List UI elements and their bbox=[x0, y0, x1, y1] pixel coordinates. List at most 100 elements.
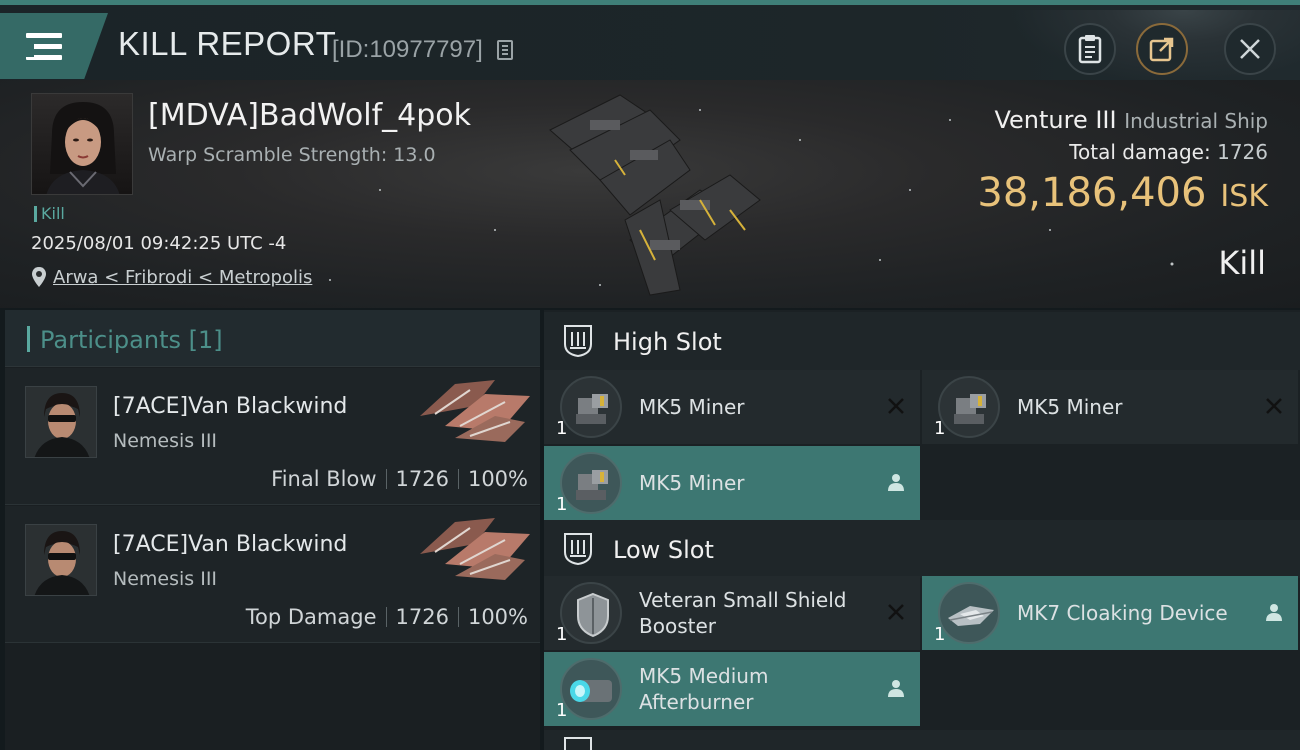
stat-separator bbox=[457, 469, 459, 489]
participant-ship-image bbox=[420, 380, 530, 442]
low-slot-icon bbox=[564, 533, 592, 566]
participant-percent: 100% bbox=[467, 605, 528, 629]
result-label: Kill bbox=[1218, 244, 1266, 282]
kill-report-window: { "header": { "title": "KILL REPORT", "r… bbox=[0, 0, 1300, 750]
stat-separator bbox=[385, 607, 387, 627]
mid-slot-icon bbox=[564, 737, 592, 750]
header-accent-bar bbox=[27, 326, 30, 352]
participant-damage: 1726 bbox=[395, 467, 449, 491]
participant-stats: Final Blow 1726 100% bbox=[271, 467, 528, 491]
fitting-item[interactable]: 1 MK5 Medium Afterburner bbox=[544, 652, 920, 726]
item-quantity: 1 bbox=[556, 624, 568, 645]
participants-label: Participants bbox=[40, 326, 181, 354]
victim-banner: [MDVA]BadWolf_4pok Warp Scramble Strengt… bbox=[0, 80, 1300, 308]
victim-ship-type: Venture III Industrial Ship bbox=[994, 106, 1268, 134]
fitting-item[interactable]: 1 MK7 Cloaking Device bbox=[922, 576, 1298, 650]
hamburger-menu-icon bbox=[26, 33, 62, 63]
participant-role: Final Blow bbox=[271, 467, 377, 491]
isk-unit: ISK bbox=[1220, 179, 1268, 214]
participants-panel: Participants [1] [7ACE]Van Blackwind Nem… bbox=[5, 310, 540, 750]
item-quantity: 1 bbox=[934, 624, 946, 645]
kill-tag: Kill bbox=[34, 206, 65, 222]
afterburner-icon bbox=[560, 658, 622, 720]
cloaking-device-icon bbox=[938, 582, 1000, 644]
isk-value: 38,186,406 ISK bbox=[977, 170, 1268, 216]
low-slot-label: Low Slot bbox=[613, 536, 714, 564]
kill-datetime: 2025/08/01 09:42:25 UTC -4 bbox=[31, 233, 287, 254]
isk-amount: 38,186,406 bbox=[977, 170, 1207, 216]
high-slot-icon bbox=[564, 325, 592, 358]
participant-ship: Nemesis III bbox=[113, 568, 218, 590]
participant-avatar bbox=[25, 524, 97, 596]
participants-count: [1] bbox=[188, 326, 223, 354]
participant-role: Top Damage bbox=[245, 605, 377, 629]
participant-avatar-image bbox=[26, 525, 96, 595]
fitting-item[interactable]: 1 MK5 Miner bbox=[922, 370, 1298, 444]
participant-name[interactable]: [7ACE]Van Blackwind bbox=[113, 394, 347, 419]
participants-title: Participants [1] bbox=[40, 326, 223, 354]
item-name: Veteran Small Shield Booster bbox=[639, 588, 847, 638]
participant-percent: 100% bbox=[467, 467, 528, 491]
miner-module-icon bbox=[938, 376, 1000, 438]
item-quantity: 1 bbox=[934, 418, 946, 439]
person-icon bbox=[888, 474, 904, 491]
header-bar: KILL REPORT [ID:10977797] bbox=[0, 5, 1300, 85]
item-quantity: 1 bbox=[556, 494, 568, 515]
low-slot-header: Low Slot bbox=[544, 520, 1300, 578]
miner-module-icon bbox=[560, 452, 622, 514]
participant-avatar bbox=[25, 386, 97, 458]
page-title: KILL REPORT bbox=[118, 25, 337, 62]
menu-button[interactable] bbox=[0, 13, 108, 79]
item-name: MK7 Cloaking Device bbox=[1017, 601, 1228, 625]
victim-portrait[interactable] bbox=[31, 93, 133, 195]
item-quantity: 1 bbox=[556, 700, 568, 721]
location-pin-icon bbox=[32, 267, 46, 287]
participant-damage: 1726 bbox=[395, 605, 449, 629]
stat-separator bbox=[457, 607, 459, 627]
victim-ship-name[interactable]: Venture III bbox=[994, 106, 1116, 134]
destroyed-x-icon bbox=[888, 398, 904, 414]
participant-name[interactable]: [7ACE]Van Blackwind bbox=[113, 532, 347, 557]
victim-ship-class: Industrial Ship bbox=[1124, 109, 1268, 133]
kill-location-link[interactable]: Arwa < Fribrodi < Metropolis bbox=[53, 267, 312, 288]
participant-stats: Top Damage 1726 100% bbox=[246, 605, 528, 629]
shield-booster-icon bbox=[560, 582, 622, 644]
fitting-item[interactable]: 1 MK5 Miner bbox=[544, 446, 920, 520]
destroyed-x-icon bbox=[1266, 398, 1282, 414]
total-damage-label: Total damage: bbox=[1069, 140, 1211, 164]
total-damage: Total damage: 1726 bbox=[1069, 140, 1268, 164]
person-icon bbox=[1266, 604, 1282, 621]
fitting-item[interactable]: 1 Veteran Small Shield Booster bbox=[544, 576, 920, 650]
clipboard-button[interactable] bbox=[1064, 23, 1116, 75]
victim-pilot-name[interactable]: [MDVA]BadWolf_4pok bbox=[148, 98, 471, 133]
person-icon bbox=[888, 680, 904, 697]
item-quantity: 1 bbox=[556, 418, 568, 439]
mid-slot-header bbox=[544, 730, 1300, 750]
fitting-item[interactable]: 1 MK5 Miner bbox=[544, 370, 920, 444]
item-name: MK5 Miner bbox=[639, 471, 745, 495]
destroyed-x-icon bbox=[888, 604, 904, 620]
report-id: [ID:10977797] bbox=[332, 36, 483, 63]
high-slot-header: High Slot bbox=[544, 312, 1300, 370]
participant-avatar-image bbox=[26, 387, 96, 457]
stat-separator bbox=[385, 469, 387, 489]
close-icon bbox=[1240, 39, 1260, 59]
item-name: MK5 Miner bbox=[639, 395, 745, 419]
victim-ship-image bbox=[549, 94, 761, 296]
warp-scramble-strength: Warp Scramble Strength: 13.0 bbox=[148, 144, 436, 166]
item-name: MK5 Miner bbox=[1017, 395, 1123, 419]
copy-icon[interactable] bbox=[497, 40, 513, 60]
victim-avatar-image bbox=[46, 102, 120, 194]
participant-row[interactable]: [7ACE]Van Blackwind Nemesis III Final Bl… bbox=[5, 368, 540, 505]
share-icon bbox=[1149, 37, 1174, 62]
participant-ship: Nemesis III bbox=[113, 430, 218, 452]
miner-module-icon bbox=[560, 376, 622, 438]
share-button[interactable] bbox=[1136, 23, 1188, 75]
clipboard-icon bbox=[1078, 35, 1102, 64]
item-name: MK5 Medium Afterburner bbox=[639, 664, 769, 714]
participants-header[interactable]: Participants [1] bbox=[5, 310, 540, 367]
total-damage-value: 1726 bbox=[1217, 140, 1268, 164]
participant-row[interactable]: [7ACE]Van Blackwind Nemesis III Top Dama… bbox=[5, 506, 540, 643]
close-button[interactable] bbox=[1224, 23, 1276, 75]
high-slot-label: High Slot bbox=[613, 328, 722, 356]
